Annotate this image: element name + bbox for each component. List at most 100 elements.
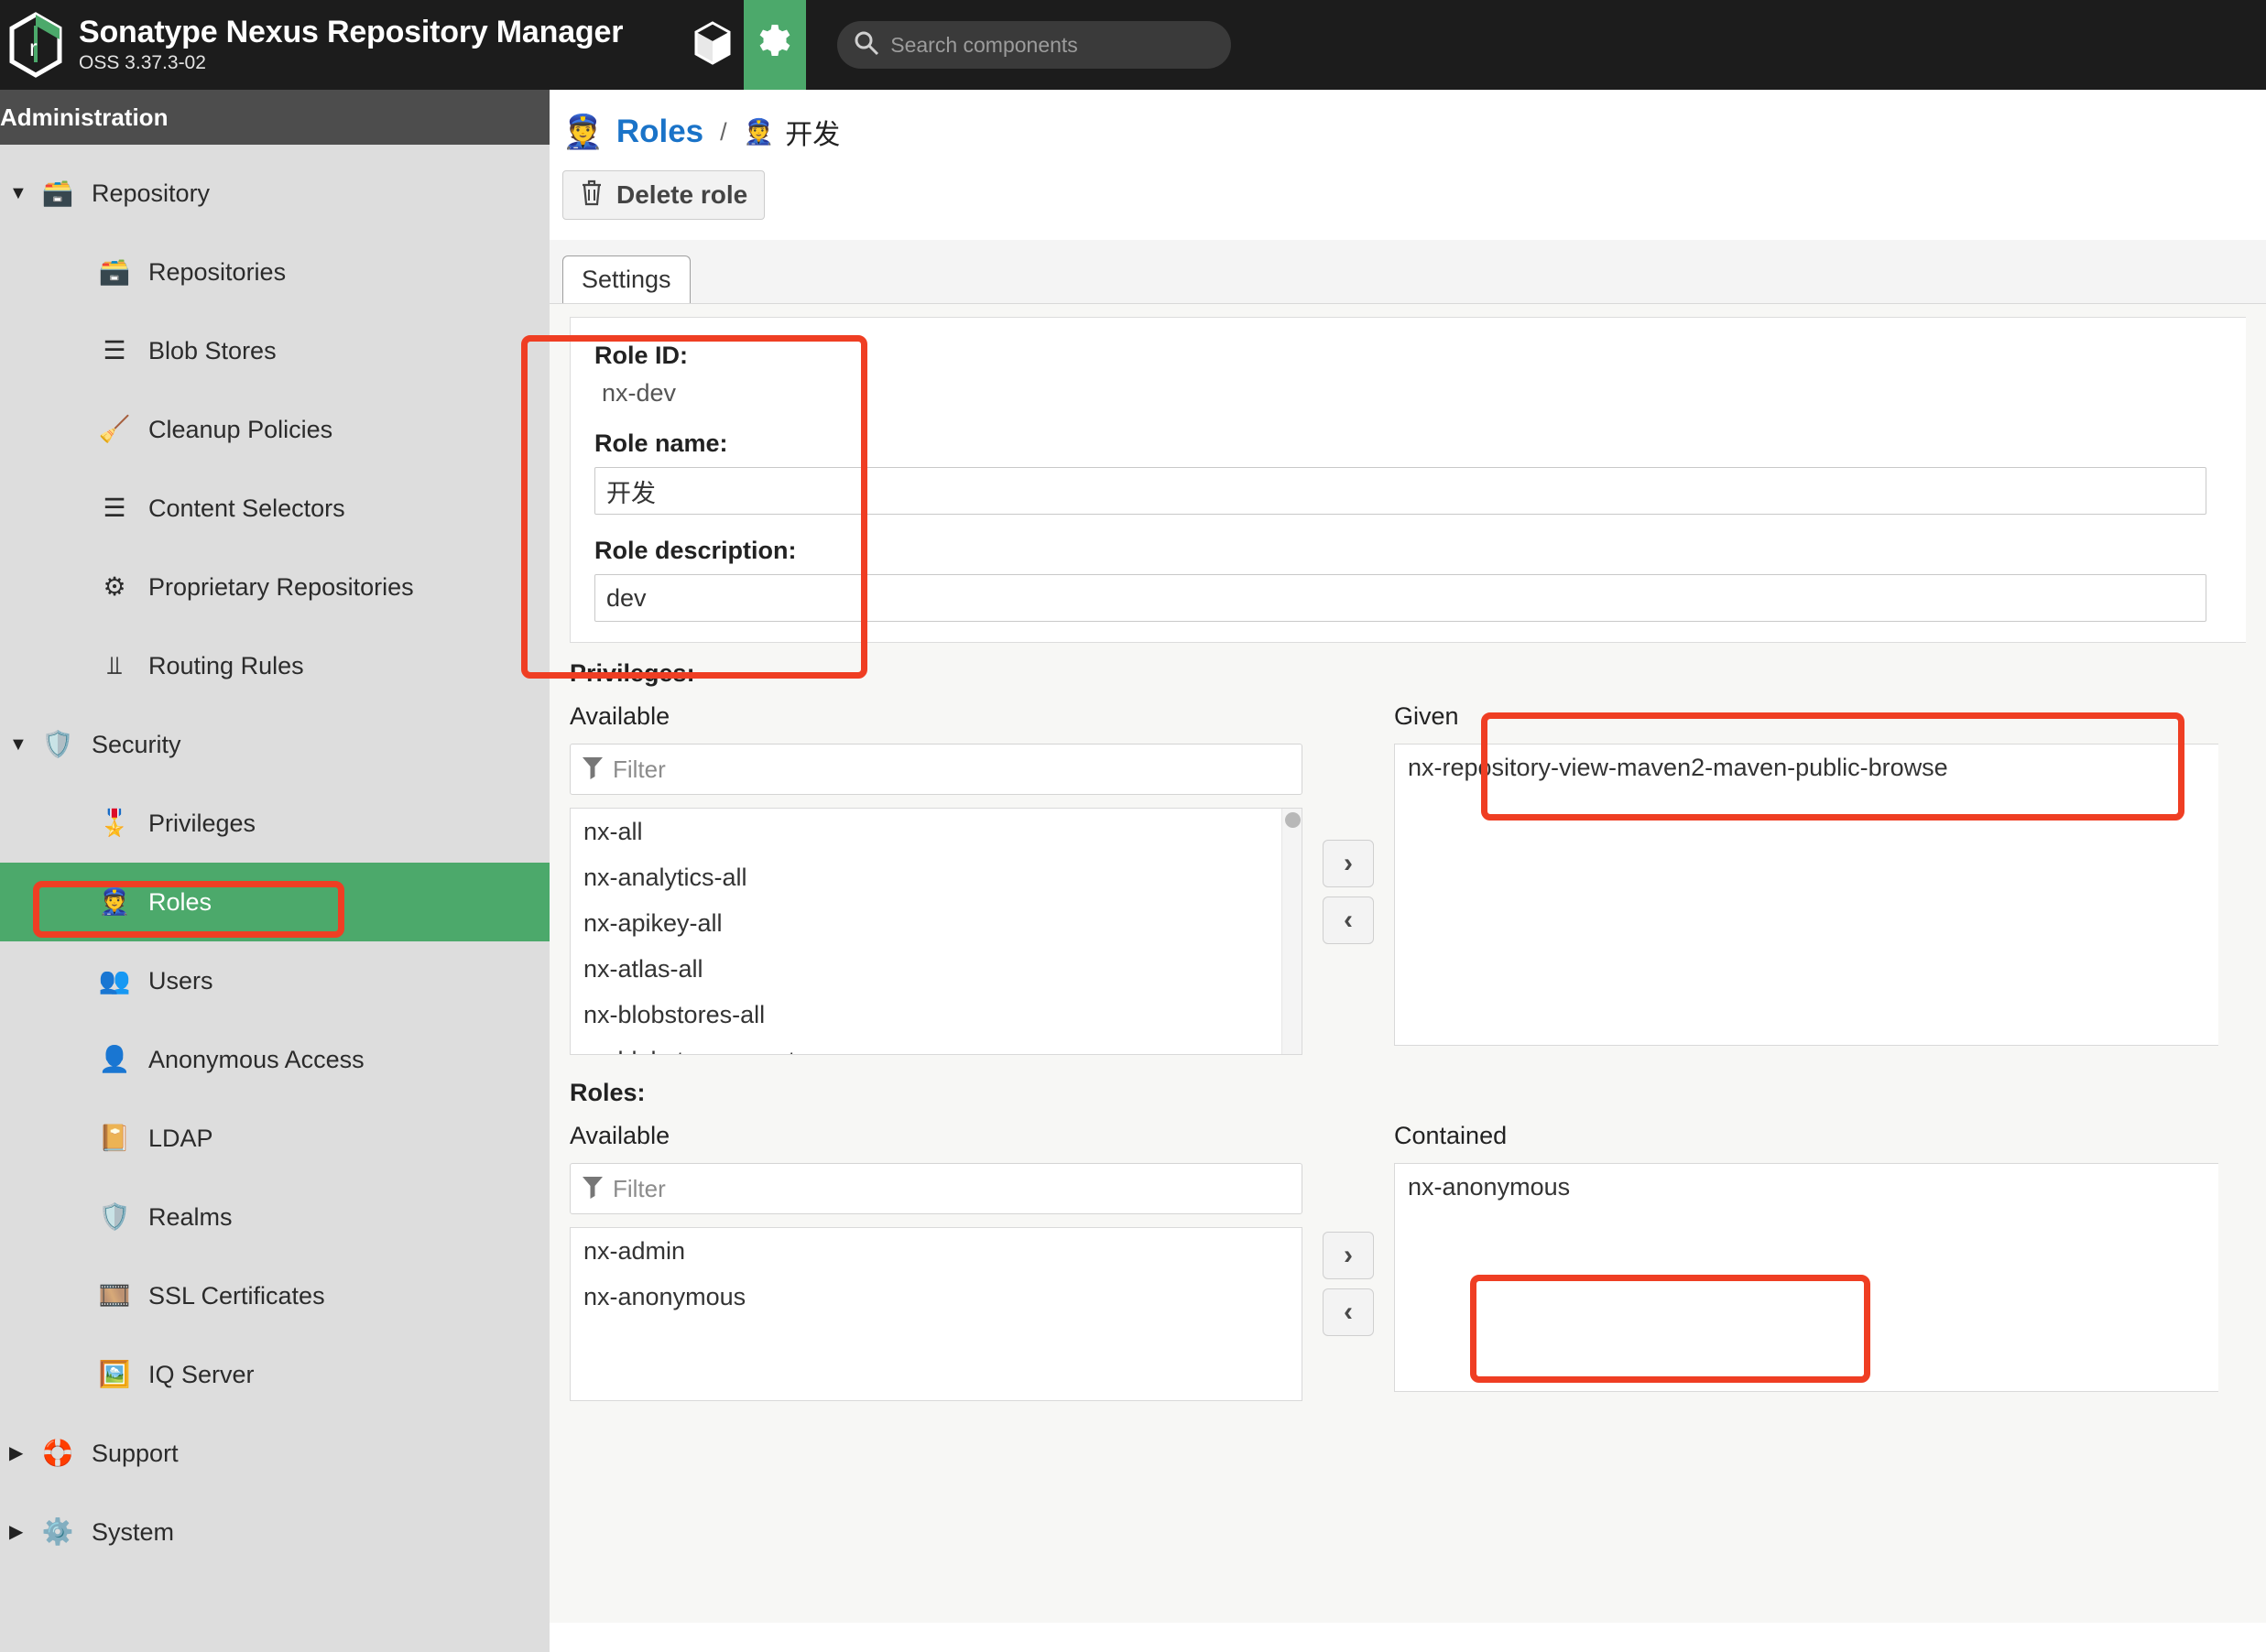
cube-icon [693,20,732,70]
sidebar-item-proprietary-repositories[interactable]: ⚙ Proprietary Repositories [0,548,550,626]
list-item[interactable]: nx-admin [571,1228,1302,1274]
list-item[interactable]: nx-atlas-all [571,946,1302,992]
sidebar-item-label: Realms [148,1202,233,1231]
roles-filter-box[interactable] [570,1163,1302,1214]
role-description-label: Role description: [594,537,797,564]
svg-text:r: r [29,34,38,61]
chevron-right-icon[interactable]: ▶ [9,1523,37,1541]
privileges-filter-box[interactable] [570,744,1302,795]
sidebar-item-roles[interactable]: 👮 Roles [0,863,550,941]
roles-remove-button[interactable]: ‹ [1323,1288,1374,1336]
chevron-right-icon[interactable]: ▶ [9,1444,37,1462]
nexus-hex-logo-icon: r [7,12,64,78]
tab-strip: Settings [550,240,2266,304]
roles-available-list[interactable]: nx-admin nx-anonymous [570,1227,1302,1401]
officer-small-icon: 👮 [743,118,775,146]
officer-icon: 👮 [562,113,604,150]
sidebar-item-label: Roles [148,887,212,916]
delete-role-button[interactable]: Delete role [562,170,766,220]
list-item[interactable]: nx-all [571,809,1302,854]
list-item[interactable]: nx-apikey-all [571,900,1302,946]
sidebar-item-label: Content Selectors [148,494,345,522]
privileges-filter-input[interactable] [613,755,1291,784]
sidebar-item-security[interactable]: ▼ 🛡️ Security [0,705,550,784]
database-icon: 🗃️ [98,257,131,286]
role-form-card: Role ID: nx-dev Role name: Role descript… [570,317,2246,643]
privileges-scroll-thumb[interactable] [1285,812,1301,828]
browse-nav-button[interactable] [681,0,744,90]
roles-contained-column: Contained nx-anonymous [1394,1122,2218,1401]
chevron-down-icon[interactable]: ▼ [9,184,37,202]
privileges-available-list[interactable]: nx-all nx-analytics-all nx-apikey-all nx-at… [570,808,1302,1055]
certificate-icon: 🎞️ [98,1281,131,1310]
sidebar-item-users[interactable]: 👥 Users [0,941,550,1020]
sidebar-item-content-selectors[interactable]: ☰ Content Selectors [0,469,550,548]
officer-icon: 👮 [98,887,131,916]
sidebar-item-label: System [92,1517,175,1546]
privileges-section-label: Privileges: [570,659,695,687]
role-description-input[interactable] [594,574,2206,622]
list-item[interactable]: nx-repository-view-maven2-maven-public-b… [1395,744,2218,790]
role-id-label: Role ID: [594,342,689,369]
sidebar-item-support[interactable]: ▶ 🛟 Support [0,1414,550,1493]
privileges-scrollbar[interactable] [1281,809,1302,1054]
roles-transfer: Available nx-adminnx-anonymous › ‹ [570,1122,2266,1401]
role-name-input[interactable] [594,467,2206,515]
sidebar-item-iq-server[interactable]: 🖼️ IQ Server [0,1335,550,1414]
role-id-value: nx-dev [602,379,677,407]
sidebar-item-anonymous-access[interactable]: 👤 Anonymous Access [0,1020,550,1099]
proprietary-repo-icon: ⚙ [103,572,126,601]
privileges-transfer: Available nx-allnx-analytics-allnx-apike… [570,702,2266,1055]
list-item[interactable]: nx-analytics-all [571,854,1302,900]
list-item[interactable]: nx-blobstores-create [571,1038,1302,1054]
roles-contained-list[interactable]: nx-anonymous [1394,1163,2218,1392]
list-item[interactable]: nx-blobstores-all [571,992,1302,1038]
sidebar-item-repository[interactable]: ▼ 🗃️ Repository [0,154,550,233]
search-box[interactable] [837,21,1232,69]
app-title: Sonatype Nexus Repository Manager [79,15,624,49]
layers-icon: ☰ [103,494,126,522]
privileges-add-button[interactable]: › [1323,840,1374,887]
sidebar-item-blob-stores[interactable]: ☰ Blob Stores [0,311,550,390]
lifebuoy-icon: 🛟 [41,1439,74,1467]
search-input[interactable] [890,32,1215,58]
list-item[interactable]: nx-anonymous [571,1274,1302,1320]
roles-transfer-buttons: › ‹ [1302,1122,1394,1401]
admin-nav-button[interactable] [744,0,807,90]
sidebar-item-label: Blob Stores [148,336,277,364]
funnel-icon [582,1175,604,1203]
sidebar-item-privileges[interactable]: 🎖️ Privileges [0,784,550,863]
sidebar-item-realms[interactable]: 🛡️ Realms [0,1178,550,1256]
roles-add-button[interactable]: › [1323,1232,1374,1279]
sidebar-item-system[interactable]: ▶ ⚙️ System [0,1493,550,1571]
sidebar-item-label: Repositories [148,257,287,286]
settings-panel: Role ID: nx-dev Role name: Role descript… [550,304,2266,1623]
tab-settings[interactable]: Settings [562,255,691,303]
sidebar-item-ldap[interactable]: 📔 LDAP [0,1099,550,1178]
privileges-available-label: Available [570,702,670,730]
roles-contained-label: Contained [1394,1122,1508,1149]
sidebar-item-cleanup-policies[interactable]: 🧹 Cleanup Policies [0,390,550,469]
sidebar-item-repositories[interactable]: 🗃️ Repositories [0,233,550,311]
sidebar-item-routing-rules[interactable]: ⫫ Routing Rules [0,626,550,705]
app-version: OSS 3.37.3-02 [79,52,206,73]
sidebar-nav-list: ▼ 🗃️ Repository 🗃️ Repositories ☰ Blob Stores 🧹… [0,145,550,1571]
sidebar-item-label: Repository [92,179,211,207]
sidebar-item-ssl-certificates[interactable]: 🎞️ SSL Certificates [0,1256,550,1335]
privileges-remove-button[interactable]: ‹ [1323,897,1374,944]
roles-available-column: Available nx-adminnx-anonymous [570,1122,1302,1401]
sidebar-item-label: Security [92,730,181,758]
privileges-given-list[interactable]: nx-repository-view-maven2-maven-public-b… [1394,744,2218,1046]
tab-settings-label: Settings [582,266,671,293]
chevron-down-icon[interactable]: ▼ [9,735,37,754]
roles-filter-input[interactable] [613,1174,1291,1203]
breadcrumb-separator: / [720,117,727,146]
iq-server-icon: 🖼️ [98,1360,131,1388]
gear-icon: ⚙️ [41,1517,74,1546]
roles-available-label: Available [570,1122,670,1149]
sidebar-item-label: Privileges [148,809,256,837]
list-item[interactable]: nx-anonymous [1395,1164,2218,1210]
breadcrumb-root-link[interactable]: Roles [616,114,703,150]
brand[interactable]: r Sonatype Nexus Repository Manager OSS … [0,12,623,78]
privileges-given-label: Given [1394,702,1459,730]
